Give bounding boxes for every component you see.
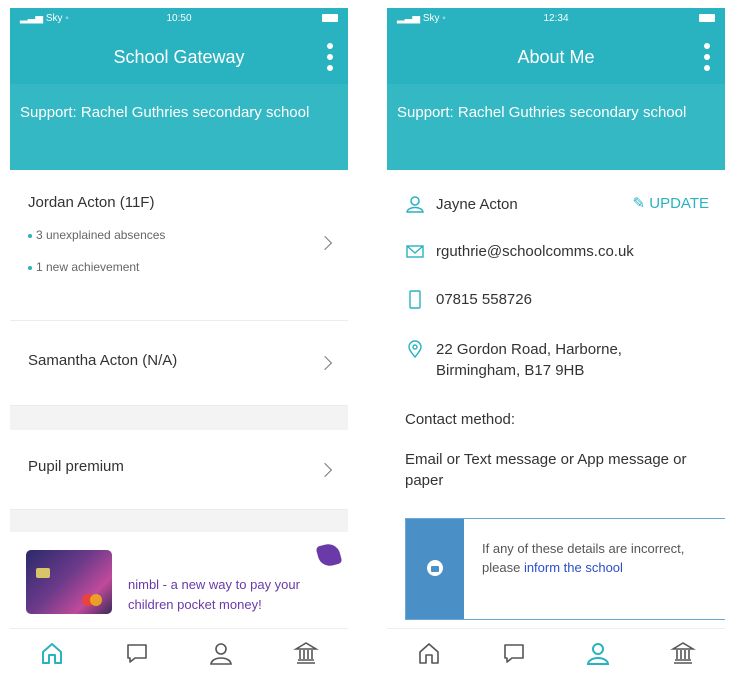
chevron-right-icon (317, 235, 333, 251)
home-icon (419, 643, 440, 664)
tab-home[interactable] (409, 633, 449, 673)
chat-icon (126, 644, 147, 663)
student-name: Samantha Acton (N/A) (28, 352, 178, 369)
pupil-premium-label: Pupil premium (28, 458, 124, 475)
pencil-icon: ✎ (632, 195, 646, 212)
more-menu-icon[interactable] (326, 43, 334, 71)
student-card-samantha[interactable]: Samantha Acton (N/A) (10, 321, 348, 406)
bottom-tab-bar (10, 628, 348, 677)
phone-value: 07815 558726 (436, 291, 532, 308)
student-name: Jordan Acton (11F) (28, 194, 155, 211)
parent-name: Jayne Acton (436, 196, 518, 213)
status-bar: ▂▃▅ Sky ◦ 12:34 (387, 8, 725, 30)
payment-card-image (26, 550, 112, 614)
notice-message: If any of these details are incorrect, p… (482, 541, 685, 575)
email-icon (406, 245, 424, 258)
bank-icon (292, 642, 319, 664)
contact-method-label: Contact method: (405, 411, 516, 428)
promo-text: nimbl - a new way to pay your children p… (128, 577, 300, 612)
pupil-premium-row[interactable]: Pupil premium (10, 430, 348, 510)
more-menu-icon[interactable] (703, 43, 711, 71)
chat-icon (503, 644, 524, 663)
tab-profile[interactable] (578, 633, 618, 673)
contact-method-value: Email or Text message or App message or … (405, 451, 687, 489)
email-value: rguthrie@schoolcomms.co.uk (436, 243, 634, 260)
page-title: School Gateway (113, 47, 245, 67)
battery-icon (322, 14, 338, 22)
support-banner: Support: Rachel Guthries secondary schoo… (387, 84, 725, 170)
user-icon (210, 643, 233, 665)
status-bar: ▂▃▅ Sky ◦ 10:50 (10, 8, 348, 30)
tab-profile[interactable] (201, 633, 241, 673)
status-time: 12:34 (543, 13, 569, 24)
tab-messages[interactable] (117, 633, 157, 673)
inform-school-link[interactable]: inform the school (524, 560, 623, 575)
divider (10, 406, 348, 430)
tab-school[interactable] (663, 633, 703, 673)
mobile-phone-icon (409, 290, 421, 309)
battery-icon (699, 14, 715, 22)
location-pin-icon (408, 340, 422, 359)
phone-school-gateway: ▂▃▅ Sky ◦ 10:50 School Gateway Support: … (10, 8, 348, 677)
status-time: 10:50 (166, 13, 192, 24)
app-bar: About Me (387, 30, 725, 84)
support-banner: Support: Rachel Guthries secondary schoo… (10, 84, 348, 170)
tab-school[interactable] (286, 633, 326, 673)
details-notice: If any of these details are incorrect, p… (405, 518, 725, 620)
phone-about-me: ▂▃▅ Sky ◦ 12:34 About Me Support: Rachel… (387, 8, 725, 677)
app-bar: School Gateway (10, 30, 348, 84)
absence-bullet: 3 unexplained absences (10, 226, 166, 245)
tab-home[interactable] (32, 633, 72, 673)
page-title: About Me (517, 47, 595, 67)
bank-icon (669, 642, 696, 664)
student-card-jordan[interactable]: Jordan Acton (11F) 3 unexplained absence… (10, 170, 348, 321)
home-icon (42, 643, 63, 664)
nimbl-promo-banner[interactable]: nimbl - a new way to pay your children p… (10, 526, 348, 626)
bottom-tab-bar (387, 628, 725, 677)
update-button[interactable]: ✎ UPDATE (633, 194, 709, 212)
user-icon (587, 643, 610, 665)
user-icon (406, 196, 424, 213)
tab-messages[interactable] (494, 633, 534, 673)
achievement-bullet: 1 new achievement (10, 258, 348, 277)
address-value: 22 Gordon Road, Harborne, Birmingham, B1… (436, 341, 622, 379)
nimbl-logo-icon (315, 541, 343, 569)
